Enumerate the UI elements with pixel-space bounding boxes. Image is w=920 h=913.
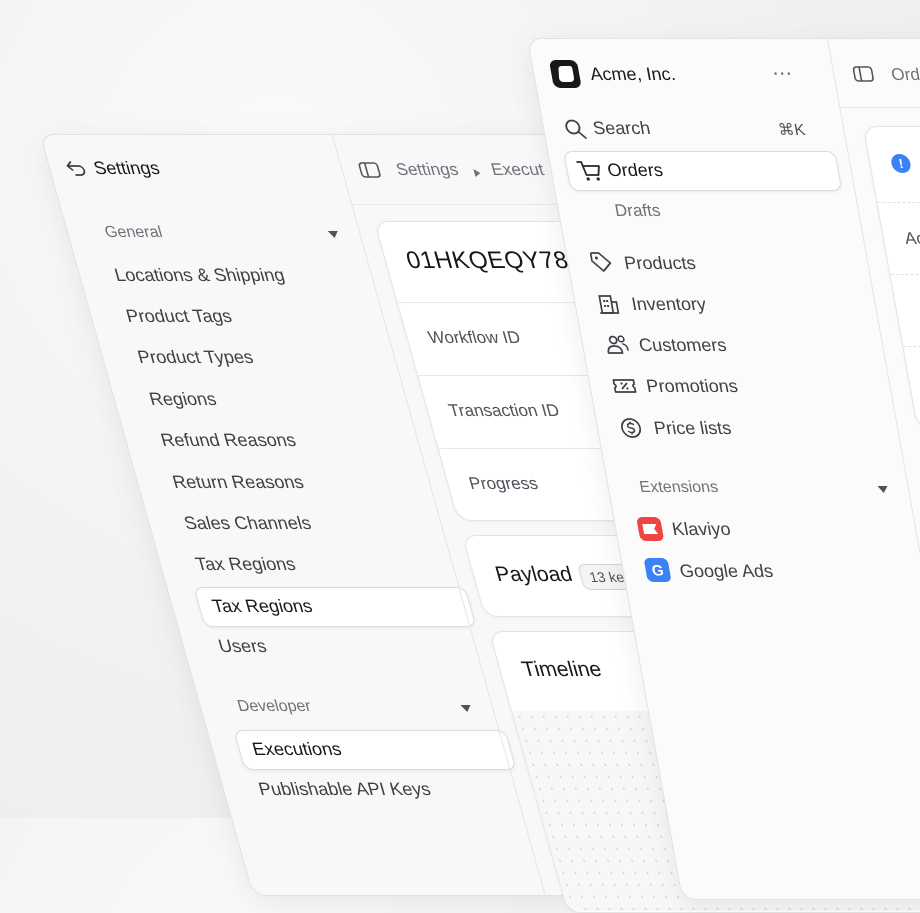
execution-id: 01HKQEQY78F [403, 247, 587, 275]
chevron-down-icon[interactable] [328, 231, 340, 238]
dollar-icon [618, 417, 644, 439]
order-card-divider [903, 346, 920, 347]
info-glyph: ! [897, 156, 904, 171]
section-extensions[interactable]: Extensions [638, 479, 720, 497]
sidebar-item-refund-reasons[interactable]: Refund Reasons [158, 430, 298, 451]
order-card-divider [877, 202, 920, 203]
google-logo: G [643, 558, 671, 582]
breadcrumb-executions[interactable]: Execut [489, 160, 547, 180]
breadcrumb-settings[interactable]: Settings [394, 160, 461, 180]
active-item-label: Executions [250, 739, 344, 760]
sidebar-item-tax-regions-active[interactable]: Tax Regions [193, 587, 476, 627]
search-icon[interactable] [562, 118, 588, 140]
users-icon [603, 334, 631, 356]
field-transaction-id: Transaction ID [446, 401, 562, 421]
extension-klaviyo[interactable]: Klaviyo [670, 519, 732, 540]
sidebar-toggle-icon[interactable] [357, 162, 381, 178]
store-avatar-icon[interactable] [549, 60, 582, 88]
nav-item-promotions[interactable]: Promotions [645, 376, 740, 397]
nav-item-inventory[interactable]: Inventory [630, 294, 708, 315]
more-options-icon[interactable]: ··· [770, 62, 794, 85]
order-row-label: Ac [903, 229, 920, 249]
sidebar-item-executions[interactable]: Executions [233, 730, 516, 770]
sidebar-item-locations[interactable]: Locations & Shipping [112, 265, 287, 286]
nav-item-orders[interactable]: Orders [563, 151, 842, 191]
store-name[interactable]: Acme, Inc. [589, 64, 678, 85]
cart-icon [576, 160, 604, 182]
chevron-down-icon[interactable] [460, 705, 472, 712]
sidebar-item-product-tags[interactable]: Product Tags [124, 306, 235, 327]
breadcrumb-orders[interactable]: Orde [890, 65, 920, 85]
sidebar-item-users[interactable]: Users [216, 636, 269, 657]
search-shortcut: ⌘K [777, 120, 807, 140]
tag-icon [588, 251, 614, 273]
nav-item-customers[interactable]: Customers [637, 335, 728, 356]
active-item-label: Tax Regions [210, 596, 315, 617]
order-card-divider [890, 274, 920, 275]
klaviyo-logo [636, 517, 664, 541]
settings-back-label[interactable]: Settings [91, 158, 162, 179]
field-workflow-id: Workflow ID [426, 328, 523, 348]
nav-item-price-lists[interactable]: Price lists [652, 418, 733, 439]
app-header-divider [840, 107, 920, 108]
building-icon [596, 293, 622, 315]
extension-google-ads[interactable]: Google Ads [678, 561, 775, 582]
nav-item-products[interactable]: Products [623, 253, 698, 274]
search-label[interactable]: Search [591, 118, 652, 139]
ticket-icon [611, 375, 639, 397]
payload-title: Payload [493, 563, 576, 587]
chevron-down-icon[interactable] [877, 486, 888, 493]
section-developer[interactable]: Developer [235, 698, 313, 716]
sidebar-item-tax-regions[interactable]: Tax Regions [193, 554, 298, 575]
sidebar-item-return-reasons[interactable]: Return Reasons [170, 472, 306, 493]
orders-label: Orders [606, 160, 665, 181]
timeline-title: Timeline [519, 658, 604, 682]
section-general[interactable]: General [103, 224, 165, 242]
sidebar-item-publishable-keys[interactable]: Publishable API Keys [256, 779, 433, 800]
sidebar-item-product-types[interactable]: Product Types [135, 347, 256, 368]
sidebar-item-regions[interactable]: Regions [147, 389, 219, 410]
sidebar-toggle-icon[interactable] [852, 66, 875, 82]
nav-item-drafts[interactable]: Drafts [613, 201, 662, 221]
sidebar-item-sales-channels[interactable]: Sales Channels [182, 513, 314, 534]
field-progress: Progress [467, 474, 541, 494]
